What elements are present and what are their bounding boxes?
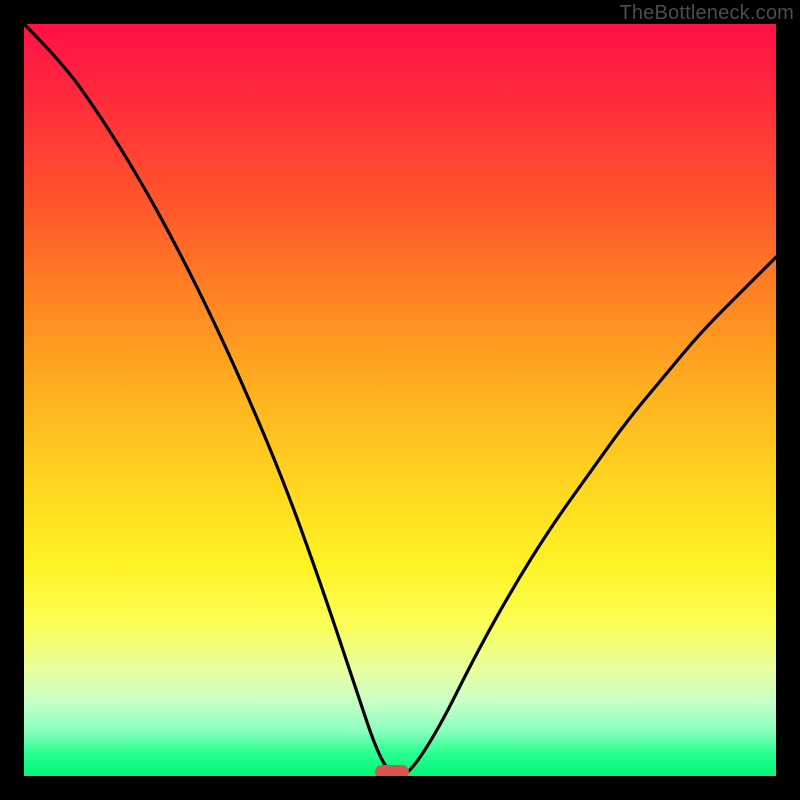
optimum-marker xyxy=(375,765,409,776)
bottleneck-curve xyxy=(24,24,776,776)
plot-area xyxy=(24,24,776,776)
chart-frame: TheBottleneck.com xyxy=(0,0,800,800)
watermark-text: TheBottleneck.com xyxy=(619,2,794,25)
